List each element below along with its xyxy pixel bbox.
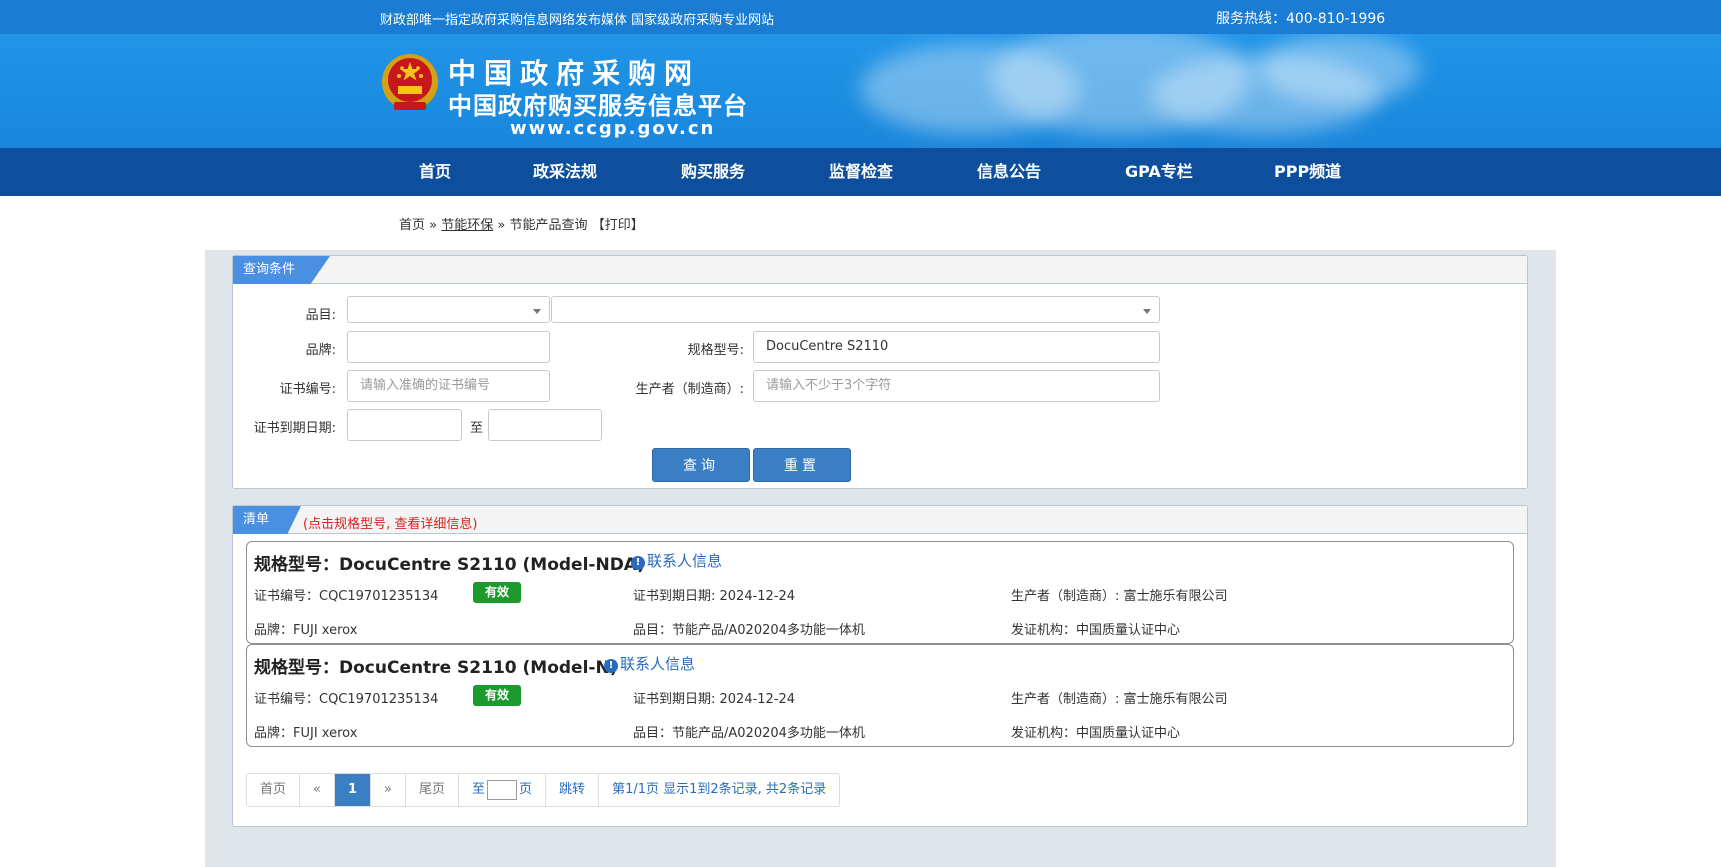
contact-info-link[interactable]: ! 联系人信息 — [631, 550, 722, 571]
expiry-from-input[interactable] — [347, 409, 462, 441]
pager-goto: 至页 — [459, 774, 547, 806]
site-banner: 中国政府采购网 中国政府购买服务信息平台 www.ccgp.gov.cn — [0, 34, 1721, 148]
record-brand: 品牌：FUJI xerox — [254, 726, 358, 741]
brand-input[interactable] — [347, 331, 550, 363]
breadcrumb: 首页 » 节能环保 » 节能产品查询 【打印】 — [399, 214, 644, 233]
maker-label: 生产者（制造商）: — [635, 382, 744, 397]
list-tab: 清单 — [233, 506, 301, 534]
main-nav: 首页 政采法规 购买服务 监督检查 信息公告 GPA专栏 PPP频道 — [0, 148, 1721, 196]
nav-ppp[interactable]: PPP频道 — [1274, 148, 1341, 196]
site-url: www.ccgp.gov.cn — [510, 118, 716, 139]
pager-first[interactable]: 首页 — [247, 774, 301, 806]
list-item: 规格型号：DocuCentre S2110 (Model-NDA) ! 联系人信息… — [246, 541, 1514, 644]
contact-info-link[interactable]: ! 联系人信息 — [604, 653, 695, 674]
expiry-to-input[interactable] — [488, 409, 602, 441]
breadcrumb-sep: » — [429, 218, 438, 233]
site-slogan: 财政部唯一指定政府采购信息网络发布媒体 国家级政府采购专业网站 — [380, 13, 775, 28]
record-category: 品目：节能产品/A020204多功能一体机 — [633, 623, 865, 638]
query-panel-header: 查询条件 — [233, 256, 1527, 284]
expiry-label: 证书到期日期: — [253, 421, 336, 436]
record-issuer: 发证机构：中国质量认证中心 — [1011, 623, 1181, 638]
record-model-link[interactable]: 规格型号：DocuCentre S2110 (Model-NDA) — [254, 550, 645, 575]
record-category: 品目：节能产品/A020204多功能一体机 — [633, 726, 865, 741]
record-maker: 生产者（制造商）: 富士施乐有限公司 — [1011, 692, 1228, 707]
record-expiry: 证书到期日期: 2024-12-24 — [633, 692, 796, 707]
category-select-1[interactable] — [347, 296, 550, 323]
breadcrumb-sep: » — [497, 218, 506, 233]
record-maker: 生产者（制造商）: 富士施乐有限公司 — [1011, 589, 1228, 604]
status-badge: 有效 — [473, 685, 521, 706]
nav-regulations[interactable]: 政采法规 — [533, 148, 597, 196]
breadcrumb-energy[interactable]: 节能环保 — [441, 218, 493, 233]
status-badge: 有效 — [473, 582, 521, 603]
print-link[interactable]: 【打印】 — [592, 218, 644, 233]
site-subtitle: 中国政府购买服务信息平台 — [448, 92, 748, 120]
search-button[interactable]: 查询 — [652, 448, 750, 482]
model-label: 规格型号: — [687, 343, 744, 358]
pager-jump[interactable]: 跳转 — [546, 774, 600, 806]
nav-gpa[interactable]: GPA专栏 — [1125, 148, 1193, 196]
pagination: 首页 « 1 » 尾页 至页 跳转 第1/1页 显示1到2条记录, 共2条记录 — [246, 773, 841, 807]
model-input[interactable]: DocuCentre S2110 — [753, 331, 1160, 363]
nav-announcements[interactable]: 信息公告 — [977, 148, 1041, 196]
national-emblem-icon — [382, 54, 438, 110]
list-hint: (点击规格型号, 查看详细信息) — [303, 517, 478, 532]
list-panel-header: 清单 (点击规格型号, 查看详细信息) — [233, 506, 1527, 534]
page-number-input[interactable] — [487, 779, 518, 800]
info-icon: ! — [631, 556, 645, 570]
record-cert-no: 证书编号：CQC19701235134 — [254, 589, 439, 604]
service-hotline: 服务热线：400-810-1996 — [1216, 11, 1386, 27]
maker-input[interactable]: 请输入不少于3个字符 — [753, 370, 1160, 402]
cert-label: 证书编号: — [279, 382, 336, 397]
record-cert-no: 证书编号：CQC19701235134 — [254, 692, 439, 707]
reset-button[interactable]: 重置 — [753, 448, 851, 482]
category-select-2[interactable] — [551, 296, 1160, 323]
pager-last[interactable]: 尾页 — [406, 774, 460, 806]
breadcrumb-current: 节能产品查询 — [509, 218, 588, 233]
list-item: 规格型号：DocuCentre S2110 (Model-N) ! 联系人信息 证… — [246, 644, 1514, 747]
nav-home[interactable]: 首页 — [419, 148, 451, 196]
nav-supervision[interactable]: 监督检查 — [829, 148, 893, 196]
breadcrumb-home[interactable]: 首页 — [399, 218, 425, 233]
record-issuer: 发证机构：中国质量认证中心 — [1011, 726, 1181, 741]
pager-prev[interactable]: « — [300, 774, 335, 806]
record-expiry: 证书到期日期: 2024-12-24 — [633, 589, 796, 604]
top-bar: 财政部唯一指定政府采购信息网络发布媒体 国家级政府采购专业网站 服务热线：400… — [0, 0, 1721, 34]
nav-purchase-services[interactable]: 购买服务 — [681, 148, 745, 196]
record-brand: 品牌：FUJI xerox — [254, 623, 358, 638]
info-icon: ! — [604, 659, 618, 673]
pager-current[interactable]: 1 — [334, 774, 372, 806]
record-model-link[interactable]: 规格型号：DocuCentre S2110 (Model-N) — [254, 653, 617, 678]
pager-summary: 第1/1页 显示1到2条记录, 共2条记录 — [612, 782, 827, 797]
brand-label: 品牌: — [305, 343, 336, 358]
cert-input[interactable]: 请输入准确的证书编号 — [347, 370, 550, 402]
query-tab: 查询条件 — [233, 256, 330, 284]
pager-next[interactable]: » — [371, 774, 406, 806]
expiry-to-label: 至 — [469, 421, 483, 436]
category-label: 品目: — [305, 308, 336, 323]
